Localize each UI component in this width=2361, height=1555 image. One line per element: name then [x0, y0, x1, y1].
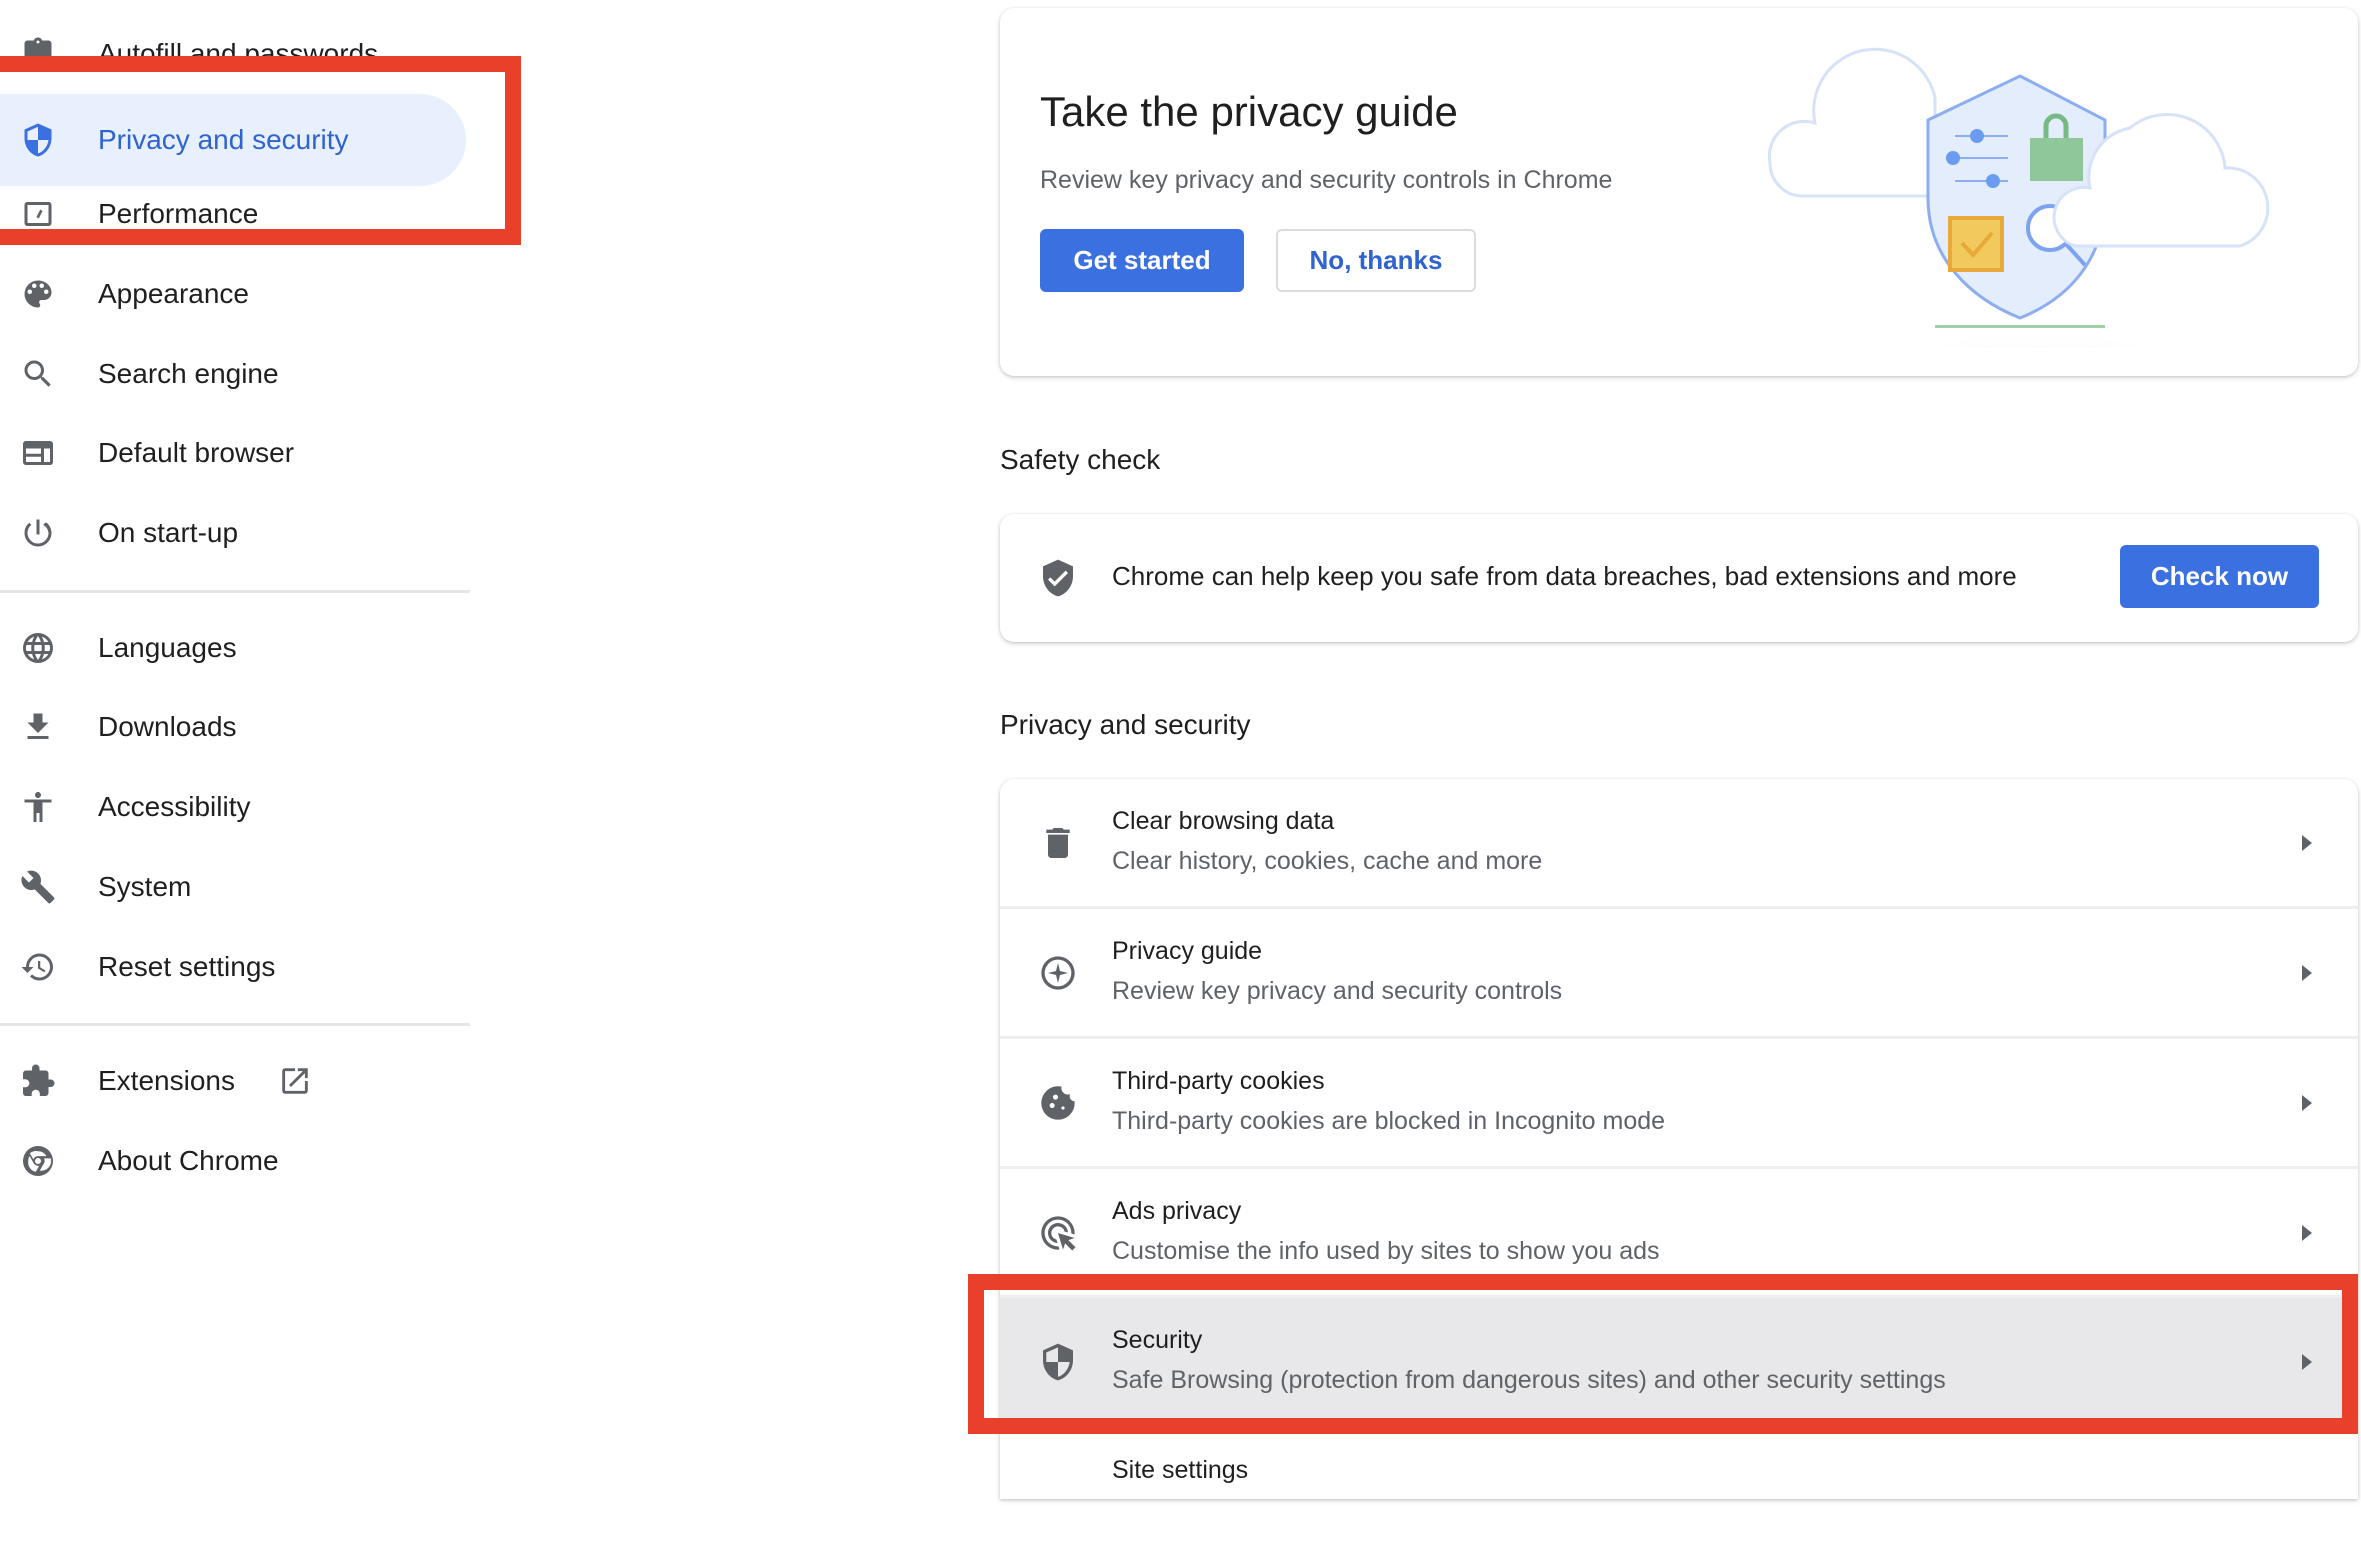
sidebar-item-label: Appearance — [98, 278, 250, 309]
clipboard-icon — [18, 34, 58, 74]
sidebar-item-label: Languages — [98, 632, 237, 663]
sidebar-item-about-chrome[interactable]: About Chrome — [0, 1121, 466, 1201]
sidebar-item-label: Accessibility — [98, 791, 251, 822]
privacy-guide-description: Review key privacy and security controls… — [1040, 166, 1613, 194]
puzzle-icon — [18, 1061, 58, 1101]
power-icon — [18, 513, 58, 553]
palette-icon — [18, 274, 58, 314]
list-item-site-settings[interactable]: Site settings — [1000, 1425, 2358, 1555]
sidebar-item-label: Default browser — [98, 437, 295, 468]
list-item-privacy-guide[interactable]: Privacy guide Review key privacy and sec… — [1000, 906, 2358, 1036]
list-item-security[interactable]: Security Safe Browsing (protection from … — [1000, 1295, 2358, 1425]
list-item-ads-privacy[interactable]: Ads privacy Customise the info used by s… — [1000, 1166, 2358, 1296]
sidebar-item-label: Downloads — [98, 711, 237, 742]
sidebar-item-extensions[interactable]: Extensions — [0, 1041, 466, 1121]
chevron-right-icon — [2300, 1350, 2314, 1374]
sidebar-item-label: Extensions — [98, 1065, 235, 1096]
settings-sidebar: Autofill and passwords Privacy and secur… — [0, 0, 480, 1470]
trash-icon — [1038, 823, 1078, 863]
sidebar-item-autofill[interactable]: Autofill and passwords — [0, 14, 466, 94]
sidebar-item-label: Performance — [98, 198, 259, 229]
safety-check-card: Chrome can help keep you safe from data … — [1000, 514, 2358, 642]
ground-line — [1935, 325, 2105, 328]
sidebar-divider — [0, 1023, 470, 1026]
list-item-subtitle: Safe Browsing (protection from dangerous… — [1112, 1366, 1946, 1394]
shield-icon — [1038, 1342, 1078, 1382]
slider-knob — [1970, 129, 1984, 143]
sidebar-item-label: On start-up — [98, 517, 239, 548]
chevron-right-icon — [2300, 1221, 2314, 1245]
sidebar-item-downloads[interactable]: Downloads — [0, 687, 466, 767]
cookie-icon — [1038, 1083, 1078, 1123]
sidebar-item-label: System — [98, 871, 192, 902]
checkbox-square — [1948, 216, 2004, 272]
list-item-subtitle: Customise the info used by sites to show… — [1112, 1237, 1660, 1265]
speedometer-icon — [18, 194, 58, 234]
cloud-left — [1767, 47, 1937, 198]
history-icon — [18, 947, 58, 987]
sidebar-item-default-browser[interactable]: Default browser — [0, 413, 466, 493]
open-in-new-icon — [278, 1064, 312, 1098]
list-item-title: Security — [1112, 1326, 1203, 1354]
list-item-clear-browsing-data[interactable]: Clear browsing data Clear history, cooki… — [1000, 779, 2358, 909]
sidebar-item-appearance[interactable]: Appearance — [0, 254, 466, 334]
ads-target-icon — [1038, 1213, 1078, 1253]
list-item-third-party-cookies[interactable]: Third-party cookies Third-party cookies … — [1000, 1036, 2358, 1166]
sidebar-item-label: Privacy and security — [98, 124, 349, 155]
sidebar-item-label: About Chrome — [98, 1145, 279, 1176]
privacy-settings-list: Clear browsing data Clear history, cooki… — [1000, 779, 2358, 1499]
chevron-right-icon — [2300, 1091, 2314, 1115]
chevron-right-icon — [2300, 961, 2314, 985]
sidebar-item-privacy-and-security[interactable]: Privacy and security — [0, 94, 466, 186]
accessibility-icon — [18, 787, 58, 827]
chrome-icon — [18, 1141, 58, 1181]
sidebar-divider — [0, 590, 470, 593]
sidebar-item-system[interactable]: System — [0, 847, 466, 927]
list-item-title: Ads privacy — [1112, 1197, 1242, 1225]
list-item-title: Site settings — [1112, 1456, 1249, 1484]
sidebar-item-accessibility[interactable]: Accessibility — [0, 767, 466, 847]
privacy-section-heading: Privacy and security — [1000, 709, 1251, 740]
chevron-right-icon — [2300, 831, 2314, 855]
shield-check-icon — [1038, 558, 1078, 598]
wrench-icon — [18, 867, 58, 907]
slider-knob — [1946, 151, 1960, 165]
list-item-title: Privacy guide — [1112, 937, 1263, 965]
list-item-subtitle: Review key privacy and security controls — [1112, 977, 1563, 1005]
list-item-title: Clear browsing data — [1112, 807, 1335, 835]
browser-window-icon — [18, 433, 58, 473]
list-item-title: Third-party cookies — [1112, 1067, 1325, 1095]
get-started-button[interactable]: Get started — [1040, 229, 1244, 292]
safety-check-heading: Safety check — [1000, 444, 1161, 475]
sidebar-item-on-startup[interactable]: On start-up — [0, 493, 466, 573]
sidebar-item-search-engine[interactable]: Search engine — [0, 334, 466, 414]
sidebar-item-label: Search engine — [98, 358, 279, 389]
lock-body — [2030, 138, 2083, 181]
compass-icon — [1038, 953, 1078, 993]
search-icon — [18, 354, 58, 394]
download-icon — [18, 707, 58, 747]
sidebar-item-label: Autofill and passwords — [98, 38, 379, 69]
privacy-guide-card: Take the privacy guide Review key privac… — [1000, 8, 2358, 376]
no-thanks-button[interactable]: No, thanks — [1276, 229, 1476, 292]
list-item-subtitle: Third-party cookies are blocked in Incog… — [1112, 1107, 1666, 1135]
safety-check-description: Chrome can help keep you safe from data … — [1112, 561, 2017, 591]
globe-icon — [18, 628, 58, 668]
shield-icon — [18, 120, 58, 160]
sidebar-item-performance[interactable]: Performance — [0, 174, 466, 254]
sidebar-item-languages[interactable]: Languages — [0, 608, 466, 688]
slider-knob — [1986, 174, 2000, 188]
check-now-button[interactable]: Check now — [2120, 545, 2319, 608]
privacy-shield-illustration — [1767, 47, 2270, 348]
list-item-subtitle: Clear history, cookies, cache and more — [1112, 847, 1543, 875]
sidebar-item-label: Reset settings — [98, 951, 276, 982]
sidebar-item-reset-settings[interactable]: Reset settings — [0, 927, 466, 1007]
privacy-guide-title: Take the privacy guide — [1040, 88, 1458, 135]
